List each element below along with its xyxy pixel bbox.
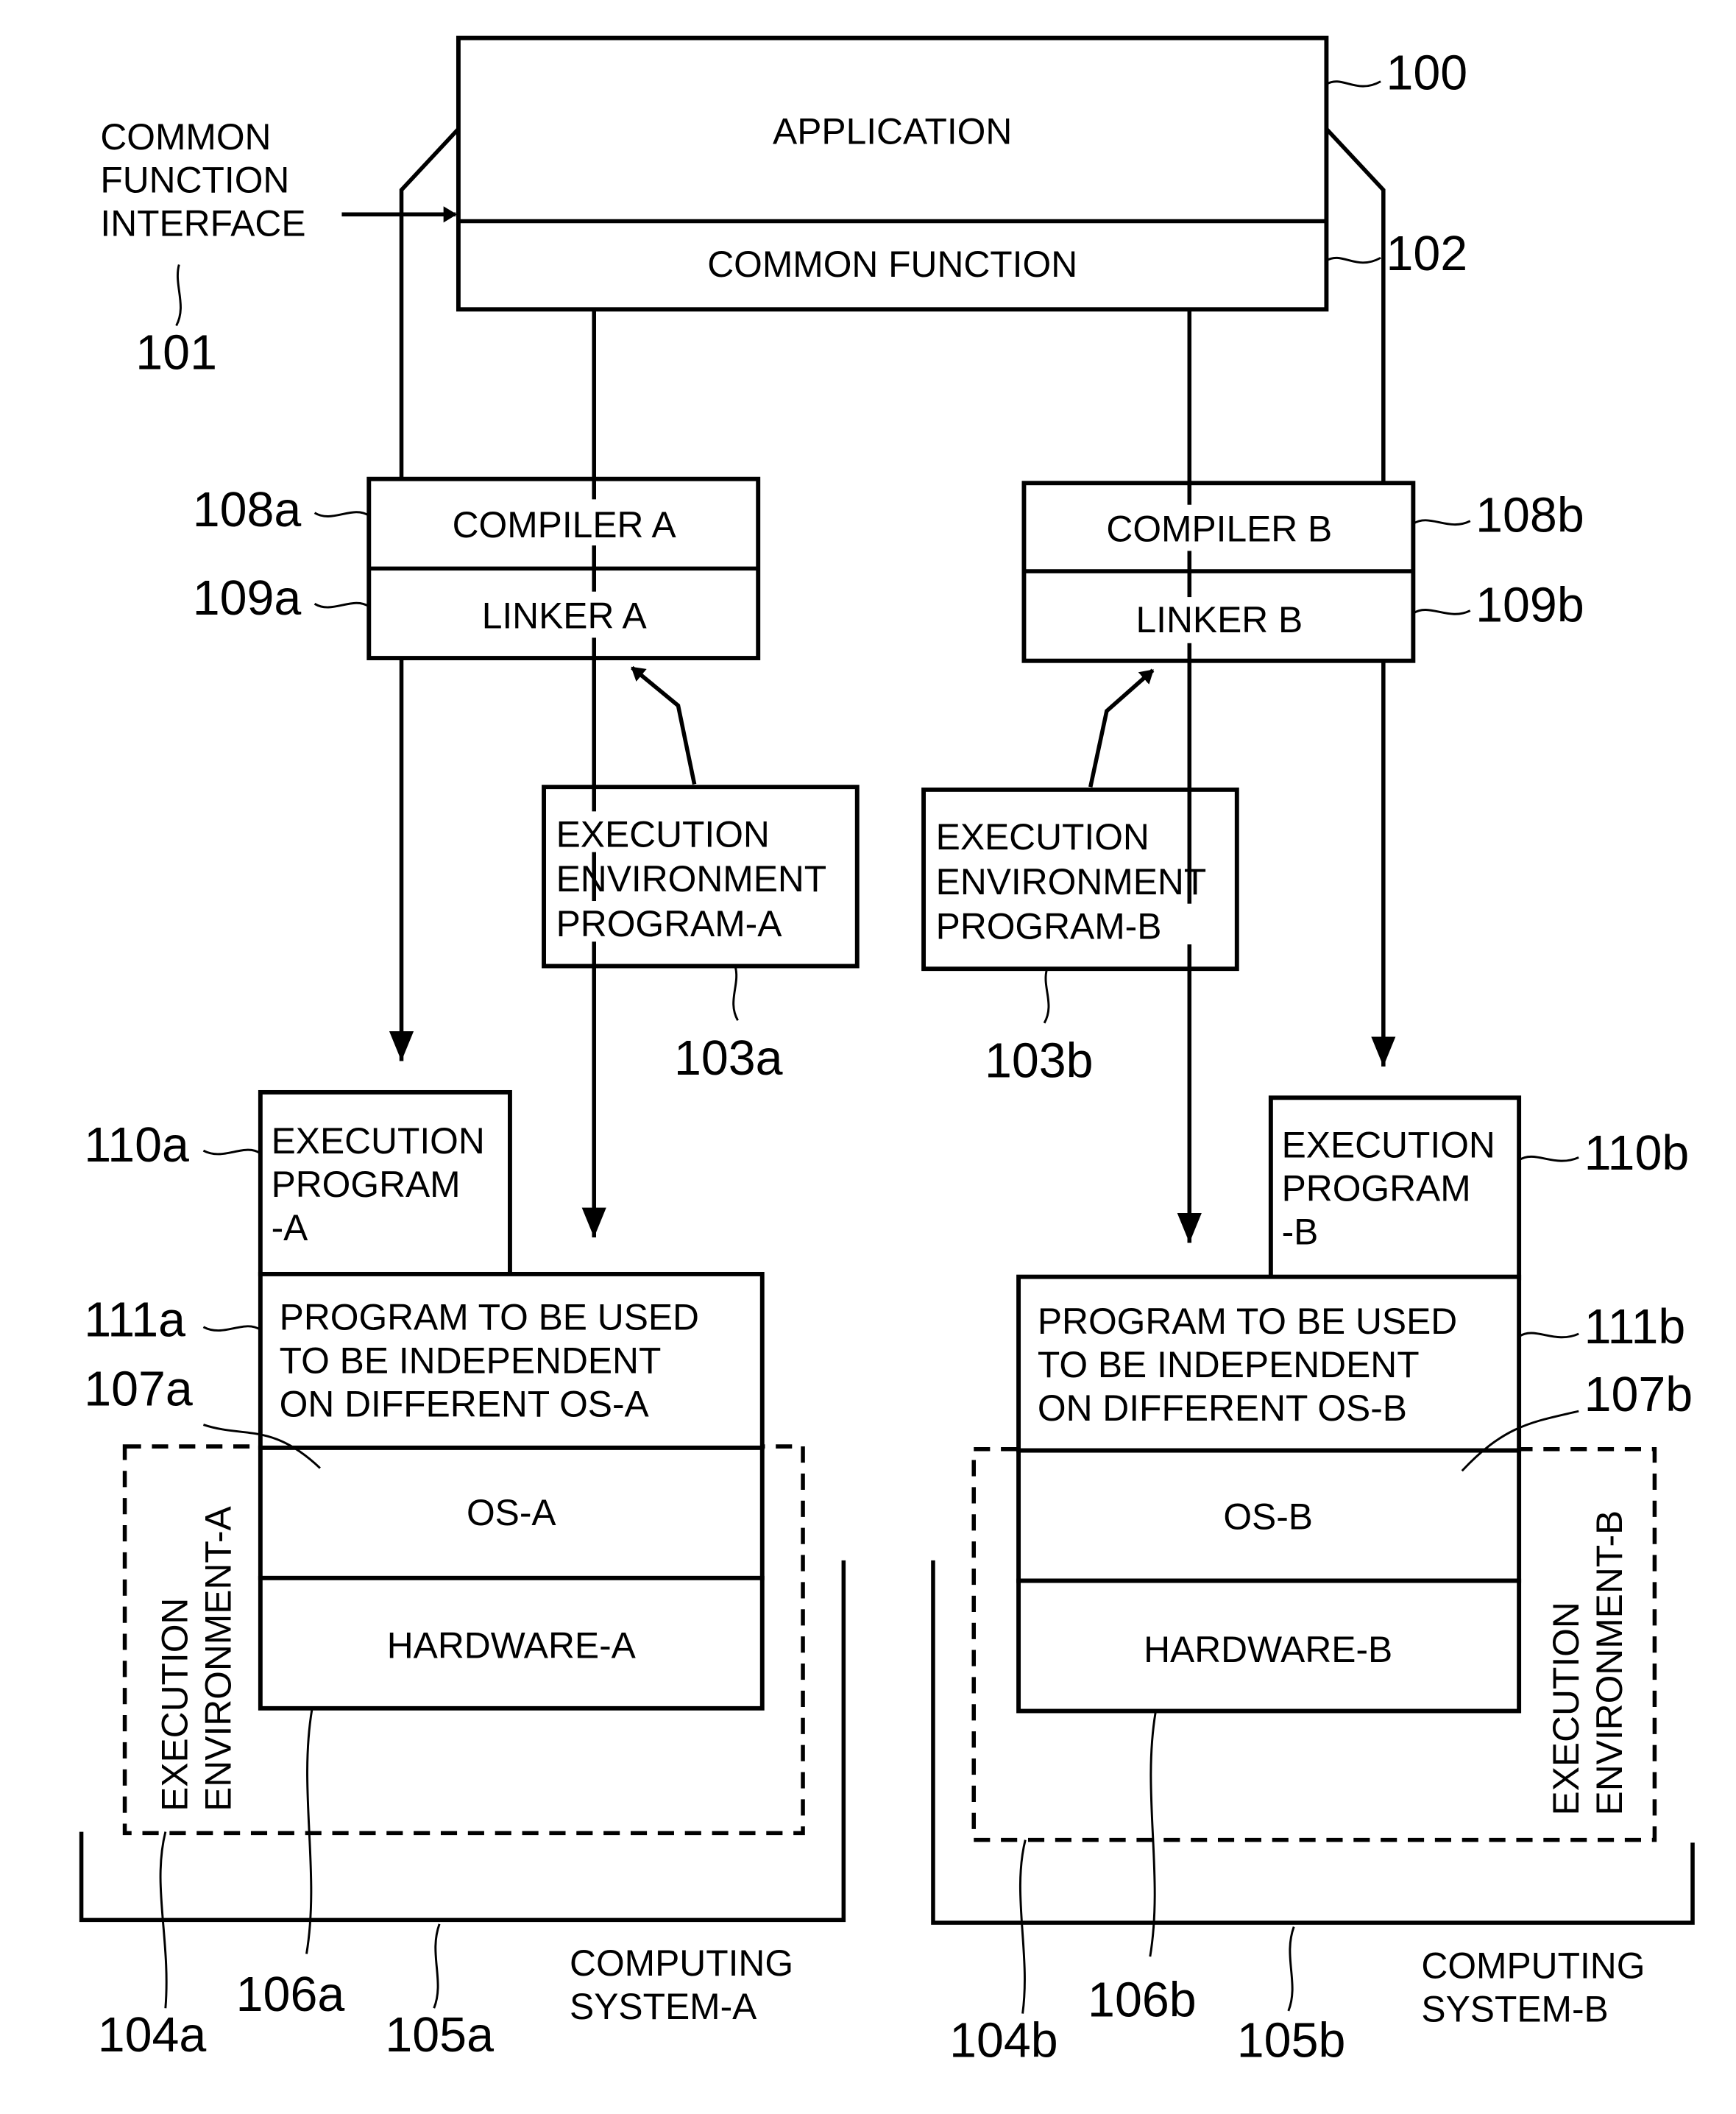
leader-109b xyxy=(1412,609,1471,615)
computing-system-b-label: COMPUTING SYSTEM-B xyxy=(1421,1945,1655,2030)
software-architecture-diagram: APPLICATION COMMON FUNCTION 100 102 COMM… xyxy=(79,35,1695,2068)
leader-105b xyxy=(1287,1926,1295,2012)
compiler-b-label: COMPILER B xyxy=(1106,509,1332,550)
leader-103a xyxy=(732,966,739,1021)
ref-108a: 108a xyxy=(193,483,302,537)
hardware-b-label: HARDWARE-B xyxy=(1144,1629,1392,1670)
ref-106a: 106a xyxy=(236,1968,345,2022)
leader-108a xyxy=(313,511,370,517)
common-function-label: COMMON FUNCTION xyxy=(707,244,1077,285)
leader-103b xyxy=(1043,968,1050,1024)
ref-100: 100 xyxy=(1386,46,1468,101)
hardware-a-label: HARDWARE-A xyxy=(387,1625,637,1666)
application-label: APPLICATION xyxy=(773,110,1012,152)
compiler-a-label: COMPILER A xyxy=(453,504,677,545)
leader-110b xyxy=(1518,1155,1579,1162)
ref-105a: 105a xyxy=(385,2008,494,2062)
independent-program-b-label: PROGRAM TO BE USED TO BE INDEPENDENT ON … xyxy=(1038,1301,1467,1429)
execution-environment-b-label: EXECUTION ENVIRONMENT-B xyxy=(1545,1510,1630,1816)
execution-environment-a-label: EXECUTION ENVIRONMENT-A xyxy=(154,1505,238,1811)
ref-103b: 103b xyxy=(985,1034,1094,1089)
ref-101: 101 xyxy=(135,325,217,380)
common-function-interface-label: COMMON FUNCTION INTERFACE xyxy=(100,116,305,244)
leader-106b xyxy=(1149,1712,1157,1957)
leader-101 xyxy=(175,264,182,327)
os-b-label: OS-B xyxy=(1223,1496,1313,1537)
leader-105a xyxy=(433,1923,441,2009)
execution-environment-program-a-label: EXECUTION ENVIRONMENT PROGRAM-A xyxy=(556,813,837,944)
ref-106b: 106b xyxy=(1088,1973,1197,2027)
os-a-label: OS-A xyxy=(467,1492,556,1533)
leader-104b xyxy=(1019,1839,1027,2014)
ref-105b: 105b xyxy=(1237,2014,1346,2068)
leader-109a xyxy=(313,601,370,609)
arrow-env-program-a-to-linker xyxy=(631,665,697,785)
ref-111b: 111b xyxy=(1584,1300,1686,1354)
ref-103a: 103a xyxy=(674,1031,783,1086)
ref-111a: 111a xyxy=(84,1293,185,1348)
leader-100 xyxy=(1325,80,1381,88)
ref-104b: 104b xyxy=(949,2014,1058,2068)
ref-110a: 110a xyxy=(84,1118,189,1173)
ref-109b: 109b xyxy=(1475,578,1584,632)
leader-111b xyxy=(1518,1332,1579,1339)
leader-102 xyxy=(1325,256,1381,264)
ref-104a: 104a xyxy=(98,2008,207,2062)
leader-111a xyxy=(202,1325,261,1332)
ref-109a: 109a xyxy=(193,571,302,626)
leader-110a xyxy=(202,1148,261,1156)
linker-a-label: LINKER A xyxy=(482,595,648,636)
ref-108b: 108b xyxy=(1475,489,1584,543)
ref-107a: 107a xyxy=(84,1362,193,1417)
arrow-env-program-b-to-linker xyxy=(1088,668,1155,788)
ref-110b: 110b xyxy=(1584,1126,1690,1181)
ref-102: 102 xyxy=(1386,227,1468,281)
leader-108b xyxy=(1412,519,1471,526)
computing-system-a-label: COMPUTING SYSTEM-A xyxy=(570,1942,804,2027)
linker-b-label: LINKER B xyxy=(1136,599,1303,640)
ref-107b: 107b xyxy=(1584,1368,1693,1422)
independent-program-a-label: PROGRAM TO BE USED TO BE INDEPENDENT ON … xyxy=(280,1297,709,1425)
